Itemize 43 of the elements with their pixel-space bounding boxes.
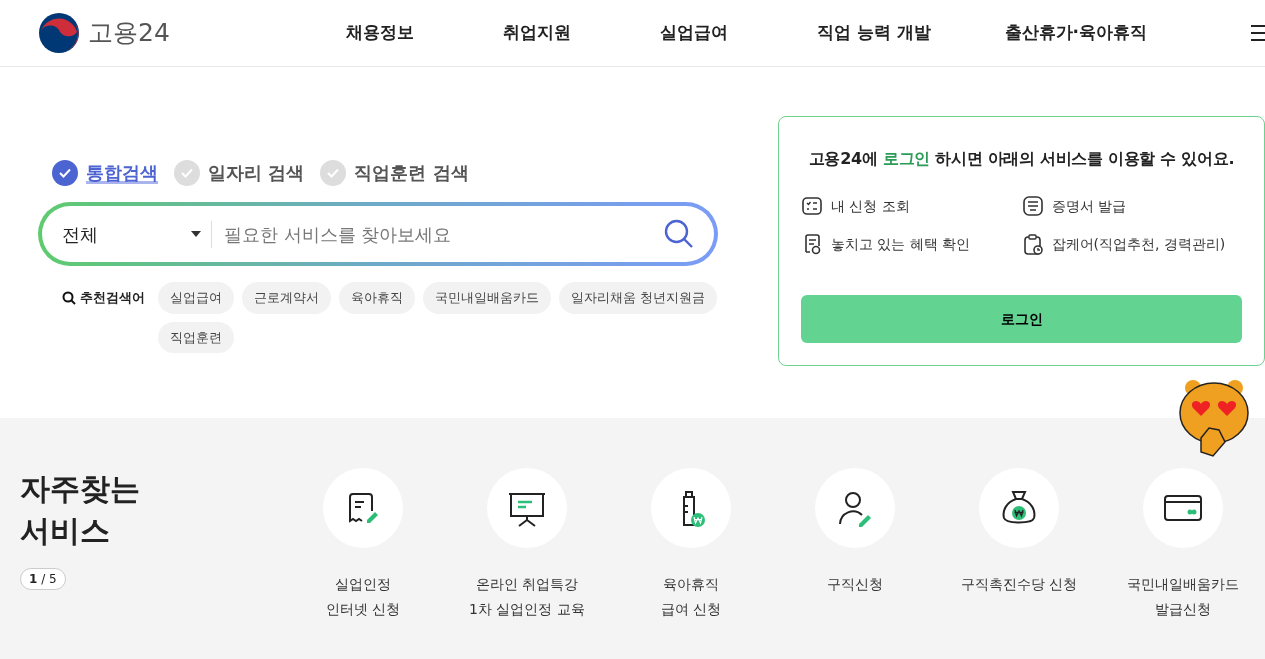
check-icon xyxy=(174,159,200,186)
login-button[interactable]: 로그인 xyxy=(801,295,1242,343)
page-counter: 1 / 5 xyxy=(20,568,66,590)
service-shortcut[interactable]: 육아휴직 급여 신청 xyxy=(609,468,773,659)
service-link[interactable]: 잡케어(직업추천, 경력관리) xyxy=(1051,233,1226,255)
menu-icon[interactable] xyxy=(1251,24,1265,42)
emblem-logo-icon[interactable] xyxy=(38,12,80,54)
service-shortcut[interactable]: 국민내일배움카드 발급신청 xyxy=(1101,468,1265,659)
service-link[interactable]: 내 신청 조회 xyxy=(831,195,910,217)
recommend-label: 추천검색어 xyxy=(80,289,145,308)
caret-icon xyxy=(191,231,201,237)
keyword-chip[interactable]: 일자리채움 청년지원금 xyxy=(559,282,718,314)
nav-link[interactable]: 채용정보 xyxy=(301,20,459,46)
certificate-icon xyxy=(1021,195,1044,217)
logo-text[interactable]: 고용24 xyxy=(88,14,170,52)
service-shortcut[interactable]: 온라인 취업특강 1차 실업인정 교육 xyxy=(445,468,609,659)
section-title: 자주찾는 서비스 xyxy=(20,470,141,550)
search-icon[interactable] xyxy=(664,219,693,248)
nav-link[interactable]: 직업 능력 개발 xyxy=(772,20,976,46)
service-link[interactable]: 증명서 발급 xyxy=(1051,195,1126,217)
nav-link[interactable]: 출산휴가·육아휴직 xyxy=(975,20,1176,46)
nav-link[interactable]: 취업지원 xyxy=(458,20,616,46)
keyword-chip[interactable]: 근로계약서 xyxy=(242,282,331,314)
search-tab[interactable]: 일자리 검색 xyxy=(174,159,305,186)
service-shortcut[interactable]: 구직신청 xyxy=(773,468,937,659)
check-icon xyxy=(52,159,78,186)
login-link[interactable]: 로그인 xyxy=(882,149,930,168)
search-icon xyxy=(62,291,76,305)
service-shortcut[interactable]: 실업인정 인터넷 신청 xyxy=(281,468,445,659)
search-field[interactable]: 전체 필요한 서비스를 찾아보세요 xyxy=(38,202,718,266)
search-tab[interactable]: 직업훈련 검색 xyxy=(320,159,469,186)
keyword-chip[interactable]: 육아휴직 xyxy=(339,282,415,314)
checklist-icon xyxy=(801,195,823,217)
check-icon xyxy=(320,159,347,186)
service-shortcut[interactable]: 구직촉진수당 신청 xyxy=(937,468,1101,659)
login-message: 고용24에 로그인 하시면 아래의 서비스를 이용할 수 있어요. xyxy=(807,148,1236,170)
nav-link[interactable]: 실업급여 xyxy=(615,20,773,46)
keyword-chip[interactable]: 직업훈련 xyxy=(158,321,234,353)
keyword-chip[interactable]: 국민내일배움카드 xyxy=(423,282,551,314)
search-tab[interactable]: 통합검색 xyxy=(52,159,158,186)
clipboard-icon xyxy=(1021,233,1044,255)
keyword-chip[interactable]: 실업급여 xyxy=(158,282,234,314)
service-link[interactable]: 놓치고 있는 혜택 확인 xyxy=(831,233,971,255)
